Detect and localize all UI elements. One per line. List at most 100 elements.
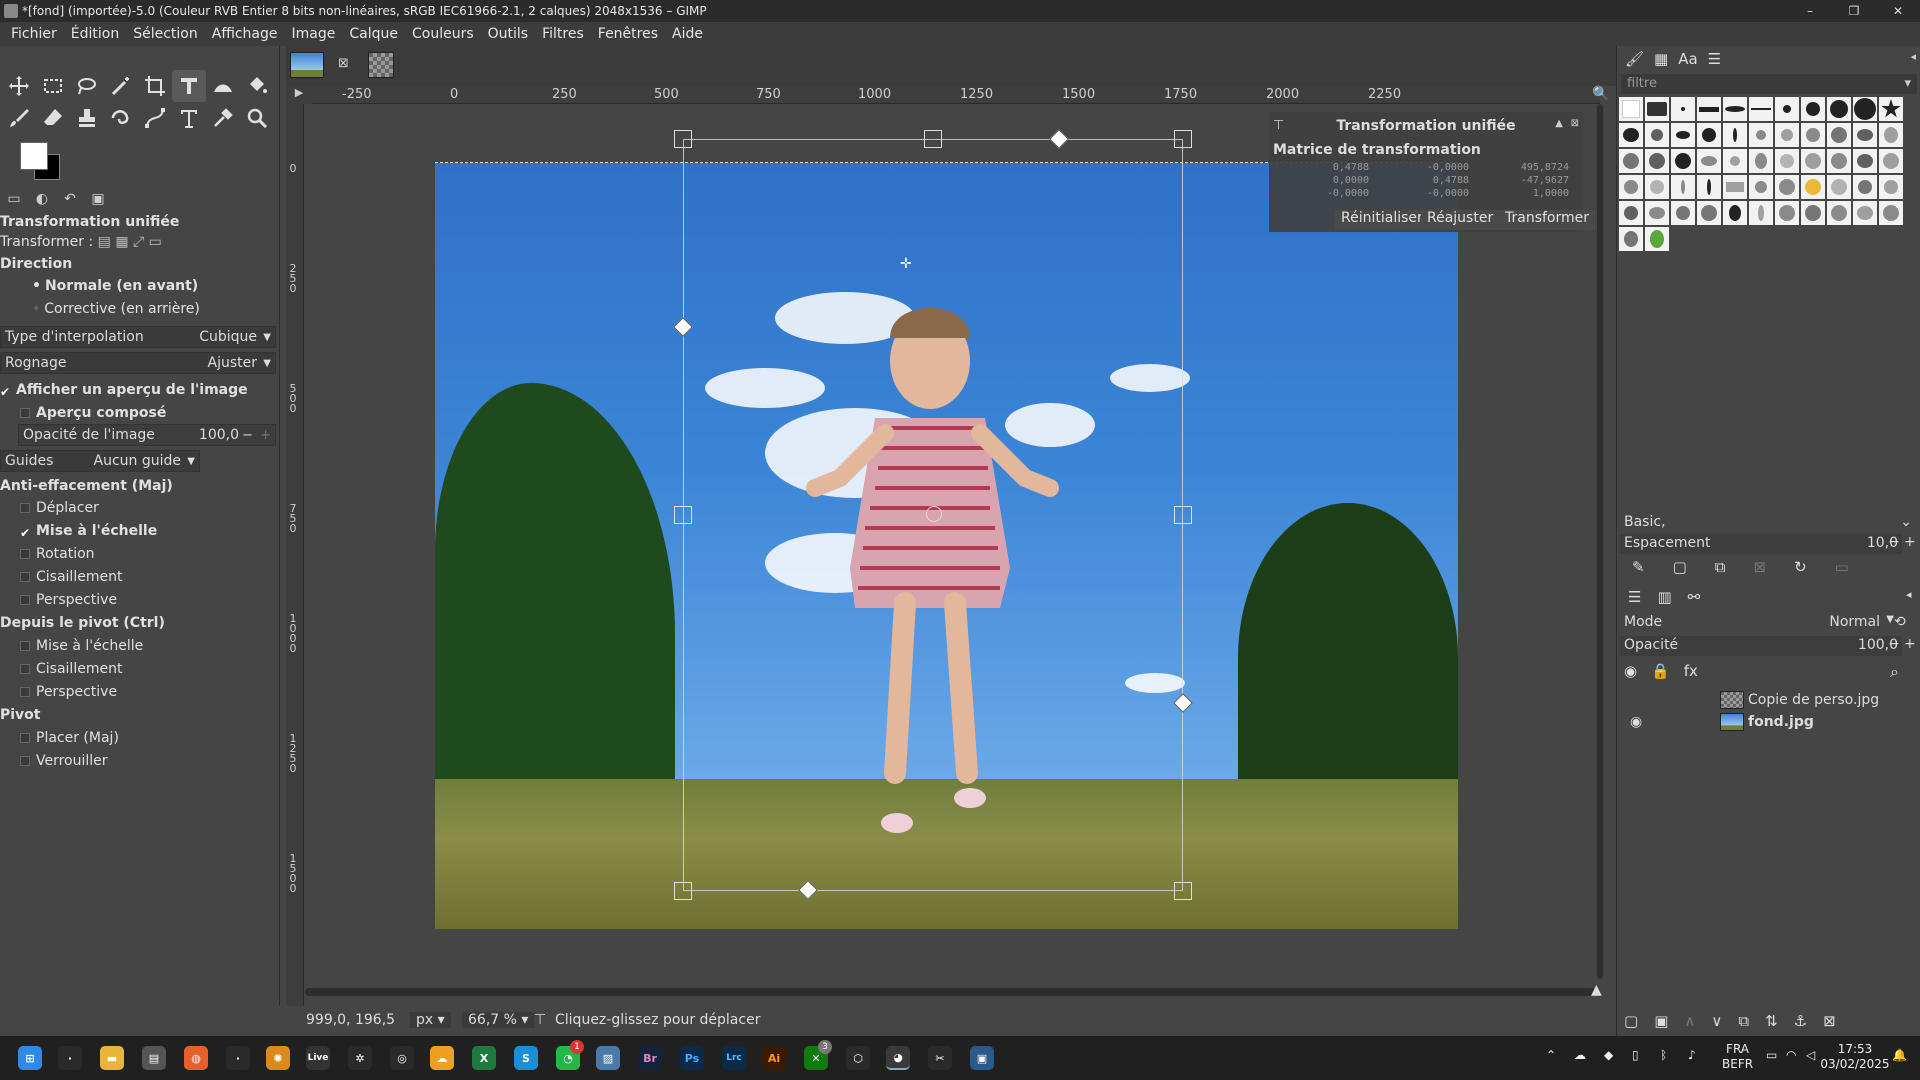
transform-corner-handle[interactable] [674, 882, 692, 900]
snipping-icon[interactable]: ✂ [928, 1046, 952, 1070]
brush-swatch[interactable] [1853, 175, 1877, 199]
layers-tab-icon[interactable]: ☰ [1628, 588, 1641, 606]
layer-item[interactable]: ◉ fond.jpg [1616, 710, 1920, 734]
warp-transform-icon[interactable] [206, 70, 240, 102]
tool-options-tab-icon[interactable]: ▭ [0, 191, 28, 207]
transform-edge-handle[interactable] [674, 506, 692, 524]
font-tab-icon[interactable]: Aa [1678, 50, 1697, 68]
plus-icon[interactable]: + [260, 428, 271, 443]
color-picker-icon[interactable] [206, 102, 240, 134]
transform-corner-handle[interactable] [1174, 130, 1192, 148]
brush-swatch[interactable] [1645, 97, 1669, 121]
brush-swatch[interactable] [1619, 175, 1643, 199]
menu-filters[interactable]: Filtres [535, 26, 591, 42]
brush-swatch[interactable] [1879, 123, 1903, 147]
close-tab-icon[interactable]: ⊠ [338, 56, 349, 71]
reset-button[interactable]: Réinitialiser [1335, 210, 1429, 230]
layer-search-icon[interactable]: ⌕ [1890, 662, 1899, 682]
fuzzy-select-icon[interactable] [104, 70, 138, 102]
text-tool-icon[interactable] [172, 102, 206, 134]
image-tab-thumbnail-2[interactable] [368, 52, 394, 78]
menu-layer[interactable]: Calque [342, 26, 405, 42]
notepad-icon[interactable]: ▤ [142, 1046, 166, 1070]
open-brush-icon[interactable]: ▭ [1835, 558, 1849, 576]
direction-forward-radio[interactable]: • Normale (en avant) [32, 278, 308, 294]
move-tool-icon[interactable] [2, 70, 36, 102]
layer-opacity-slider[interactable]: Opacité 100,0 [1620, 636, 1902, 656]
document-history-tab-icon[interactable]: ☰ [1708, 50, 1721, 68]
vertical-scrollbar[interactable] [1597, 104, 1603, 979]
clone-icon[interactable] [70, 102, 104, 134]
zoom-select[interactable]: 66,7 % ▾ [462, 1012, 535, 1028]
skype-icon[interactable]: S [514, 1046, 538, 1070]
paths-tab-icon[interactable]: ⚯ [1688, 588, 1701, 606]
readjust-button[interactable]: Réajuster [1421, 210, 1500, 230]
display-icon[interactable]: ▭ [1766, 1048, 1777, 1063]
tray-overflow-icon[interactable]: ⌃ [1546, 1048, 1556, 1063]
microphone-icon[interactable]: ♪ [1688, 1048, 1696, 1063]
brush-swatch[interactable] [1775, 97, 1799, 121]
images-tab-icon[interactable]: ▣ [84, 191, 112, 207]
quick-mask-toggle-icon[interactable]: ▶ [286, 86, 312, 104]
lightroom-icon[interactable]: Lrc [722, 1046, 746, 1070]
composite-mode-icon[interactable]: ⟲ [1894, 614, 1906, 630]
bluetooth-icon[interactable]: ᛒ [1660, 1048, 1667, 1063]
delete-brush-icon[interactable]: ⊠ [1753, 558, 1766, 576]
brush-swatch[interactable] [1645, 123, 1669, 147]
menu-view[interactable]: Affichage [205, 26, 285, 42]
brush-swatch[interactable] [1827, 201, 1851, 225]
brush-swatch[interactable] [1697, 97, 1721, 121]
brush-swatch[interactable] [1879, 201, 1903, 225]
pivot-perspective-checkbox[interactable]: Perspective [20, 684, 296, 700]
dialog-collapse-icon[interactable]: ▲ [1555, 118, 1563, 129]
menu-windows[interactable]: Fenêtres [591, 26, 665, 42]
crop-icon[interactable] [138, 70, 172, 102]
smudge-icon[interactable] [104, 102, 138, 134]
brush-swatch[interactable] [1775, 201, 1799, 225]
spacing-slider[interactable]: Espacement 10,0 [1620, 534, 1902, 554]
brush-swatch[interactable] [1827, 97, 1851, 121]
eye-icon[interactable]: ◉ [1624, 662, 1637, 680]
zoom-navigate-icon[interactable]: 🔍 [1592, 86, 1609, 102]
minus-icon[interactable]: − [1888, 534, 1900, 550]
brush-swatch[interactable] [1801, 97, 1825, 121]
volume-icon[interactable]: ◁ [1806, 1048, 1815, 1063]
brush-swatch[interactable] [1645, 149, 1669, 173]
start-icon[interactable]: ⊞ [18, 1046, 42, 1070]
brush-swatch[interactable] [1671, 201, 1695, 225]
app-monitor-icon[interactable]: ▣ [970, 1046, 994, 1070]
duplicate-brush-icon[interactable]: ⧉ [1715, 558, 1726, 576]
paths-icon[interactable] [138, 102, 172, 134]
brush-swatch[interactable] [1697, 201, 1721, 225]
photoshop-icon[interactable]: Ps [680, 1046, 704, 1070]
transform-mode-icons[interactable]: ▤ ▦ ⤢ ▭ [98, 234, 162, 250]
brush-swatch[interactable] [1801, 201, 1825, 225]
settings-gear-icon[interactable]: ✺ [266, 1046, 290, 1070]
menu-tools[interactable]: Outils [481, 26, 535, 42]
pivot-scale-checkbox[interactable]: Mise à l'échelle [20, 638, 296, 654]
pivot-shear-checkbox[interactable]: Cisaillement [20, 661, 296, 677]
dialog-close-icon[interactable]: ⊠ [1571, 118, 1579, 129]
brush-swatch[interactable] [1853, 149, 1877, 173]
lasso-icon[interactable] [70, 70, 104, 102]
refresh-brushes-icon[interactable]: ↻ [1794, 558, 1807, 576]
brush-swatch[interactable] [1619, 97, 1643, 121]
show-preview-checkbox[interactable]: ✔ Afficher un aperçu de l'image [0, 382, 276, 399]
minus-icon[interactable]: − [242, 428, 253, 443]
close-button[interactable]: ✕ [1876, 0, 1920, 22]
usb-icon[interactable]: ▯ [1632, 1048, 1639, 1063]
tray-app-icon[interactable]: ◆ [1604, 1048, 1613, 1063]
bucket-fill-icon[interactable] [240, 70, 274, 102]
brush-swatch[interactable] [1697, 175, 1721, 199]
layer-mode-select[interactable]: Mode Normal ▼ [1620, 612, 1906, 634]
constrain-scale-checkbox[interactable]: ✔ Mise à l'échelle [20, 523, 296, 540]
brush-swatch[interactable] [1879, 175, 1903, 199]
brush-swatch[interactable] [1645, 175, 1669, 199]
brush-swatch[interactable] [1801, 123, 1825, 147]
brush-swatch[interactable] [1853, 201, 1877, 225]
brush-swatch[interactable] [1671, 149, 1695, 173]
minus-icon[interactable]: − [1888, 636, 1900, 652]
search-taskbar-icon[interactable]: · [58, 1046, 82, 1070]
brush-swatch[interactable] [1619, 227, 1643, 251]
edit-brush-icon[interactable]: ✎ [1632, 558, 1645, 576]
